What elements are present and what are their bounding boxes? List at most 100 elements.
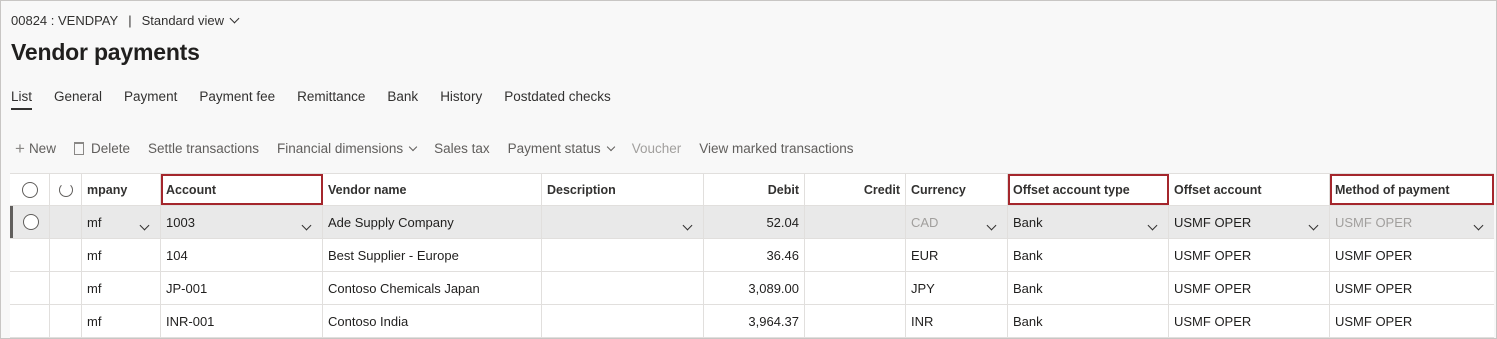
method-of-payment-dropdown[interactable] — [1473, 217, 1484, 232]
vendor-name-cell[interactable]: Ade Supply Company — [323, 206, 542, 238]
app-frame: 00824 : VENDPAY | Standard view Vendor p… — [0, 0, 1497, 339]
payments-grid: mpany Account Vendor name Description De… — [10, 173, 1494, 338]
action-toolbar: + New Delete Settle transactions Financi… — [15, 140, 872, 157]
delete-button[interactable]: Delete — [73, 141, 130, 156]
credit-cell[interactable] — [805, 272, 906, 304]
payment-status-menu[interactable]: Payment status — [508, 141, 615, 156]
financial-dimensions-menu[interactable]: Financial dimensions — [277, 141, 418, 156]
grid-header-row: mpany Account Vendor name Description De… — [10, 173, 1494, 206]
row-select-cell[interactable] — [10, 272, 50, 304]
voucher-button[interactable]: Voucher — [632, 141, 682, 156]
row-marker-cell — [50, 239, 82, 271]
company-cell[interactable]: mf — [82, 305, 161, 337]
description-cell[interactable] — [542, 272, 704, 304]
offset-account-type-dropdown[interactable] — [1147, 217, 1158, 232]
column-header-credit[interactable]: Credit — [805, 174, 906, 205]
row-select-cell[interactable] — [10, 305, 50, 337]
column-header-description[interactable]: Description — [542, 174, 704, 205]
account-cell[interactable]: JP-001 — [161, 272, 323, 304]
debit-cell[interactable]: 36.46 — [704, 239, 805, 271]
column-header-method-of-payment[interactable]: Method of payment — [1330, 174, 1494, 205]
column-header-debit[interactable]: Debit — [704, 174, 805, 205]
tab-general[interactable]: General — [54, 89, 102, 110]
refresh-icon[interactable] — [58, 182, 73, 197]
credit-cell[interactable] — [805, 305, 906, 337]
account-value: 1003 — [166, 214, 195, 230]
credit-cell[interactable] — [805, 239, 906, 271]
method-of-payment-cell[interactable]: USMF OPER — [1330, 305, 1494, 337]
debit-cell[interactable]: 3,089.00 — [704, 272, 805, 304]
offset-account-value: USMF OPER — [1174, 214, 1252, 230]
account-cell[interactable]: 1003 — [161, 206, 323, 238]
offset-account-type-value: Bank — [1013, 214, 1043, 230]
currency-dropdown[interactable] — [986, 217, 997, 232]
currency-cell[interactable]: INR — [906, 305, 1008, 337]
chevron-down-icon — [986, 220, 997, 231]
view-selector-label: Standard view — [141, 13, 224, 28]
table-row[interactable]: mf 104 Best Supplier - Europe 36.46 EUR … — [10, 239, 1494, 272]
new-button[interactable]: + New — [15, 140, 56, 157]
column-header-company[interactable]: mpany — [82, 174, 161, 205]
sales-tax-button[interactable]: Sales tax — [434, 141, 490, 156]
row-select-radio[interactable] — [23, 214, 39, 230]
column-header-account[interactable]: Account — [161, 174, 323, 205]
vendor-name-cell[interactable]: Contoso India — [323, 305, 542, 337]
currency-cell[interactable]: CAD — [906, 206, 1008, 238]
description-cell[interactable] — [542, 206, 704, 238]
account-dropdown[interactable] — [301, 217, 312, 232]
debit-cell[interactable]: 3,964.37 — [704, 305, 805, 337]
select-all-cell[interactable] — [10, 174, 50, 205]
select-all-radio[interactable] — [21, 181, 38, 198]
row-marker-cell — [50, 206, 82, 238]
tab-bank[interactable]: Bank — [387, 89, 418, 110]
offset-account-cell[interactable]: USMF OPER — [1169, 272, 1330, 304]
view-marked-transactions-button[interactable]: View marked transactions — [699, 141, 853, 156]
description-cell[interactable] — [542, 305, 704, 337]
column-header-currency[interactable]: Currency — [906, 174, 1008, 205]
company-cell[interactable]: mf — [82, 239, 161, 271]
account-cell[interactable]: 104 — [161, 239, 323, 271]
description-dropdown[interactable] — [682, 217, 693, 232]
company-dropdown[interactable] — [139, 217, 150, 232]
offset-account-type-cell[interactable]: Bank — [1008, 305, 1169, 337]
view-selector[interactable]: Standard view — [141, 13, 240, 28]
vendor-name-cell[interactable]: Best Supplier - Europe — [323, 239, 542, 271]
column-header-offset-account[interactable]: Offset account — [1169, 174, 1330, 205]
vendor-name-cell[interactable]: Contoso Chemicals Japan — [323, 272, 542, 304]
offset-account-dropdown[interactable] — [1308, 217, 1319, 232]
offset-account-cell[interactable]: USMF OPER — [1169, 305, 1330, 337]
tab-payment[interactable]: Payment — [124, 89, 177, 110]
offset-account-type-cell[interactable]: Bank — [1008, 239, 1169, 271]
row-select-cell[interactable] — [10, 239, 50, 271]
chevron-down-icon — [1473, 220, 1484, 231]
table-row[interactable]: mf JP-001 Contoso Chemicals Japan 3,089.… — [10, 272, 1494, 305]
currency-cell[interactable]: EUR — [906, 239, 1008, 271]
column-header-vendor-name[interactable]: Vendor name — [323, 174, 542, 205]
tab-history[interactable]: History — [440, 89, 482, 110]
offset-account-cell[interactable]: USMF OPER — [1169, 206, 1330, 238]
settle-transactions-button[interactable]: Settle transactions — [148, 141, 259, 156]
company-cell[interactable]: mf — [82, 206, 161, 238]
tab-postdated-checks[interactable]: Postdated checks — [504, 89, 611, 110]
credit-cell[interactable] — [805, 206, 906, 238]
method-of-payment-cell[interactable]: USMF OPER — [1330, 239, 1494, 271]
offset-account-cell[interactable]: USMF OPER — [1169, 239, 1330, 271]
table-row[interactable]: mf 1003 Ade Supply Company 52.04 CAD Ban… — [10, 206, 1494, 239]
debit-cell[interactable]: 52.04 — [704, 206, 805, 238]
company-cell[interactable]: mf — [82, 272, 161, 304]
company-value: mf — [87, 214, 102, 230]
account-cell[interactable]: INR-001 — [161, 305, 323, 337]
description-cell[interactable] — [542, 239, 704, 271]
row-select-cell[interactable] — [10, 206, 50, 238]
refresh-cell[interactable] — [50, 174, 82, 205]
method-of-payment-cell[interactable]: USMF OPER — [1330, 272, 1494, 304]
tab-list[interactable]: List — [11, 89, 33, 110]
offset-account-type-cell[interactable]: Bank — [1008, 206, 1169, 238]
table-row[interactable]: mf INR-001 Contoso India 3,964.37 INR Ba… — [10, 305, 1494, 338]
column-header-offset-account-type[interactable]: Offset account type — [1008, 174, 1169, 205]
method-of-payment-cell[interactable]: USMF OPER — [1330, 206, 1494, 238]
currency-cell[interactable]: JPY — [906, 272, 1008, 304]
tab-payment-fee[interactable]: Payment fee — [199, 89, 275, 110]
offset-account-type-cell[interactable]: Bank — [1008, 272, 1169, 304]
tab-remittance[interactable]: Remittance — [297, 89, 365, 110]
